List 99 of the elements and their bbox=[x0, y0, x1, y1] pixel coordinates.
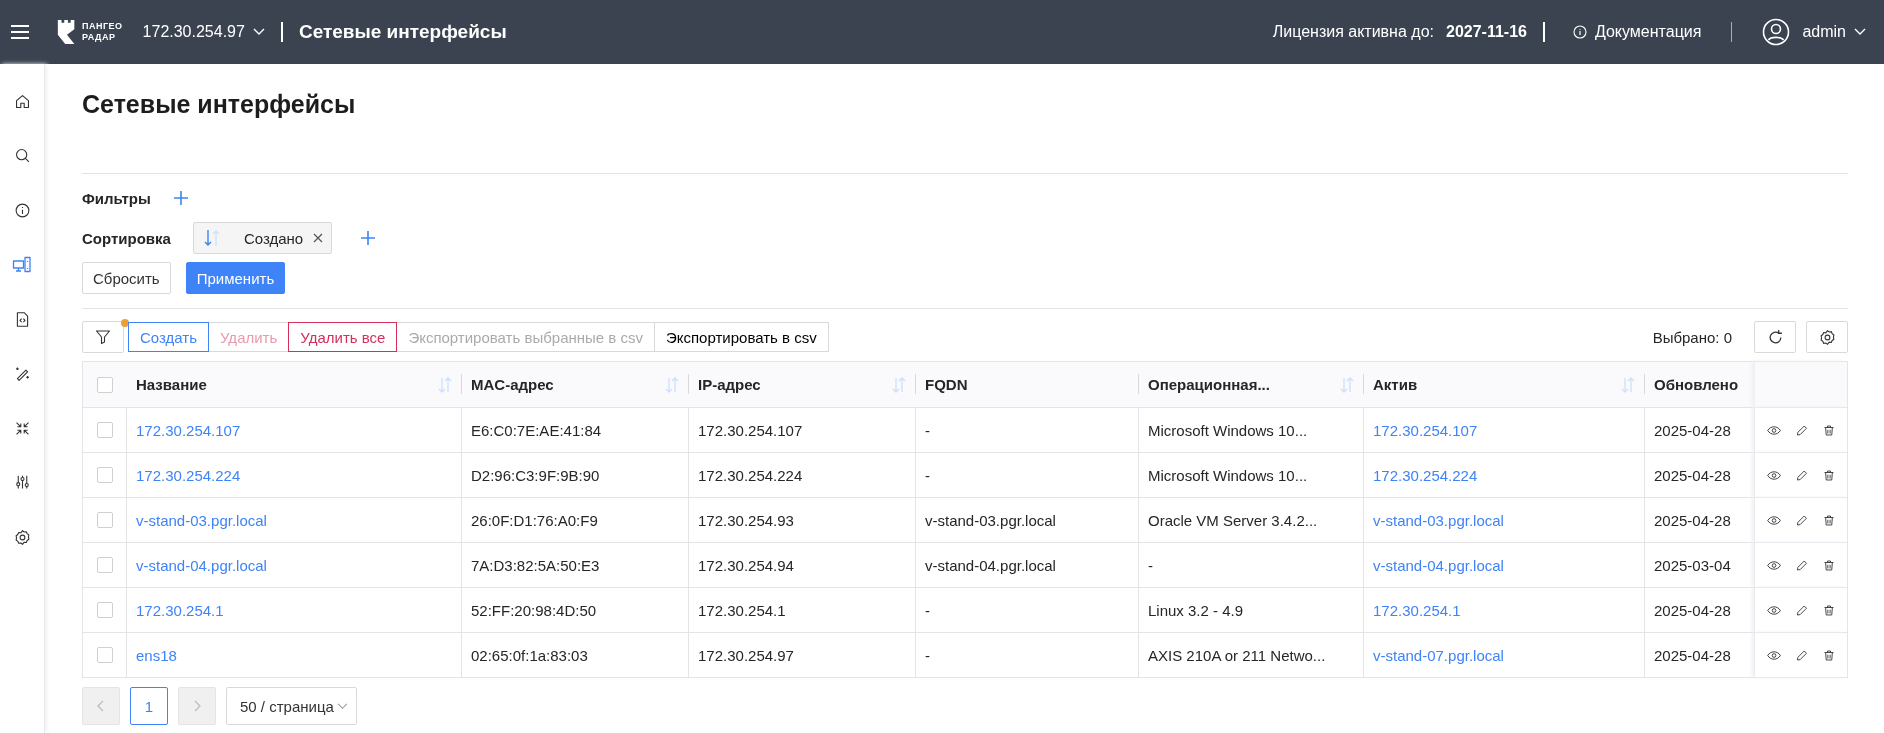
table-link[interactable]: 172.30.254.107 bbox=[136, 421, 241, 439]
table-cell: 2025-04-28 bbox=[1654, 421, 1731, 439]
selected-count: Выбрано: 0 bbox=[1652, 328, 1732, 346]
row-checkbox[interactable] bbox=[96, 512, 113, 528]
logo-text: ПАНГЕО bbox=[82, 21, 123, 32]
devices-icon[interactable] bbox=[12, 254, 32, 275]
host-dropdown[interactable]: 172.30.254.97 bbox=[142, 23, 265, 41]
toolbar-button[interactable]: Удалить все bbox=[288, 322, 398, 352]
column-header: Обновлено bbox=[1654, 376, 1740, 393]
chevron-left-icon bbox=[97, 700, 105, 712]
settings-icon bbox=[1818, 328, 1836, 346]
select-all-checkbox[interactable] bbox=[97, 376, 113, 393]
table-cell: Oracle VM Server 3.4.2... bbox=[1148, 511, 1318, 529]
table-link[interactable]: v-stand-07.pgr.local bbox=[1373, 646, 1504, 664]
row-checkbox[interactable] bbox=[96, 467, 113, 483]
apply-button[interactable]: Применить bbox=[185, 262, 286, 294]
menu-icon[interactable] bbox=[10, 24, 30, 40]
table-cell: - bbox=[1148, 556, 1153, 574]
license-label: Лицензия активна до: bbox=[1272, 23, 1434, 41]
refresh-icon bbox=[1766, 328, 1784, 346]
column-header: Операционная... bbox=[1148, 376, 1271, 393]
caret-icon bbox=[252, 28, 265, 36]
table-cell: 2025-04-28 bbox=[1654, 646, 1731, 664]
table-cell: 52:FF:20:98:4D:50 bbox=[471, 601, 597, 619]
filter-icon bbox=[95, 329, 111, 345]
search-icon[interactable] bbox=[13, 147, 31, 165]
table-cell: E6:C0:7E:AE:41:84 bbox=[471, 421, 602, 439]
table-cell: 172.30.254.107 bbox=[698, 421, 803, 439]
table-link[interactable]: ens18 bbox=[136, 646, 177, 664]
filter-button[interactable] bbox=[82, 321, 124, 353]
table-cell: - bbox=[925, 601, 930, 619]
column-header: MAC-адрес bbox=[471, 376, 555, 393]
table-cell: 7A:D3:82:5A:50:E3 bbox=[471, 556, 600, 574]
table-cell: Linux 3.2 - 4.9 bbox=[1148, 601, 1244, 619]
page-size-dropdown[interactable]: 50 / страница bbox=[226, 687, 357, 725]
table-link[interactable]: 172.30.254.1 bbox=[1373, 601, 1461, 619]
info-icon[interactable] bbox=[13, 201, 31, 219]
row-checkbox[interactable] bbox=[96, 602, 113, 618]
table-link[interactable]: v-stand-04.pgr.local bbox=[1373, 556, 1504, 574]
page-title: Сетевые интерфейсы bbox=[82, 90, 357, 120]
table-cell: v-stand-04.pgr.local bbox=[925, 556, 1056, 574]
info-icon bbox=[1572, 25, 1587, 39]
table-cell: v-stand-03.pgr.local bbox=[925, 511, 1056, 529]
user-menu[interactable]: admin bbox=[1802, 23, 1866, 41]
header-title: Сетевые интерфейсы bbox=[298, 21, 507, 43]
table-cell: - bbox=[925, 466, 930, 484]
table-cell: 172.30.254.224 bbox=[698, 466, 803, 484]
table-cell: 172.30.254.1 bbox=[698, 601, 786, 619]
user-avatar-icon[interactable] bbox=[1762, 18, 1791, 46]
settings-button[interactable] bbox=[1806, 321, 1848, 353]
column-header: Актив bbox=[1373, 376, 1419, 393]
table-cell: 172.30.254.93 bbox=[698, 511, 794, 529]
toolbar-button[interactable]: Экспортировать в csv bbox=[654, 322, 829, 352]
table-cell: 2025-04-28 bbox=[1654, 601, 1731, 619]
add-filter-icon[interactable] bbox=[172, 190, 189, 206]
documentation-link[interactable]: Документация bbox=[1572, 23, 1702, 41]
column-header: Название bbox=[136, 376, 208, 393]
table-cell: D2:96:C3:9F:9B:90 bbox=[471, 466, 600, 484]
sorting-label: Сортировка bbox=[82, 229, 171, 247]
table-link[interactable]: 172.30.254.107 bbox=[1373, 421, 1478, 439]
table-cell: 26:0F:D1:76:A0:F9 bbox=[471, 511, 598, 529]
table-cell: - bbox=[925, 421, 930, 439]
table-cell: 02:65:0f:1a:83:03 bbox=[471, 646, 588, 664]
wand-icon[interactable] bbox=[13, 365, 31, 383]
caret-icon bbox=[336, 702, 348, 710]
table-cell: Microsoft Windows 10... bbox=[1148, 466, 1308, 484]
row-checkbox[interactable] bbox=[96, 422, 113, 438]
table-cell: 2025-04-28 bbox=[1654, 511, 1731, 529]
table-link[interactable]: v-stand-03.pgr.local bbox=[1373, 511, 1504, 529]
add-sort-icon[interactable] bbox=[360, 230, 377, 246]
table-cell: 172.30.254.97 bbox=[698, 646, 794, 664]
table-link[interactable]: v-stand-03.pgr.local bbox=[136, 511, 267, 529]
column-header: IP-адрес bbox=[698, 376, 762, 393]
reset-button[interactable]: Сбросить bbox=[82, 262, 171, 294]
column-header: FQDN bbox=[925, 376, 969, 393]
row-checkbox[interactable] bbox=[96, 647, 113, 663]
table-cell: AXIS 210A or 211 Netwo... bbox=[1148, 646, 1326, 664]
toolbar-button[interactable]: Создать bbox=[128, 322, 209, 352]
logo-text: РАДАР bbox=[82, 32, 117, 43]
gear-icon[interactable] bbox=[13, 528, 31, 546]
home-icon[interactable] bbox=[13, 92, 31, 110]
table-cell: 2025-03-04 bbox=[1654, 556, 1731, 574]
table-cell: - bbox=[925, 646, 930, 664]
chevron-right-icon bbox=[193, 700, 201, 712]
close-icon[interactable] bbox=[313, 233, 324, 243]
table-cell: 172.30.254.94 bbox=[698, 556, 794, 574]
table-link[interactable]: v-stand-04.pgr.local bbox=[136, 556, 267, 574]
filters-label: Фильтры bbox=[82, 189, 151, 207]
page-button[interactable]: 1 bbox=[130, 687, 168, 725]
sort-chip[interactable]: Создано bbox=[192, 222, 333, 254]
caret-icon bbox=[1854, 28, 1866, 36]
table-cell: Microsoft Windows 10... bbox=[1148, 421, 1308, 439]
table-cell: 2025-04-28 bbox=[1654, 466, 1731, 484]
refresh-button[interactable] bbox=[1754, 321, 1796, 353]
license-date: 2027-11-16 bbox=[1446, 23, 1527, 41]
table-link[interactable]: 172.30.254.1 bbox=[136, 601, 224, 619]
table-link[interactable]: 172.30.254.224 bbox=[136, 466, 241, 484]
table-link[interactable]: 172.30.254.224 bbox=[1373, 466, 1478, 484]
row-checkbox[interactable] bbox=[96, 557, 113, 573]
